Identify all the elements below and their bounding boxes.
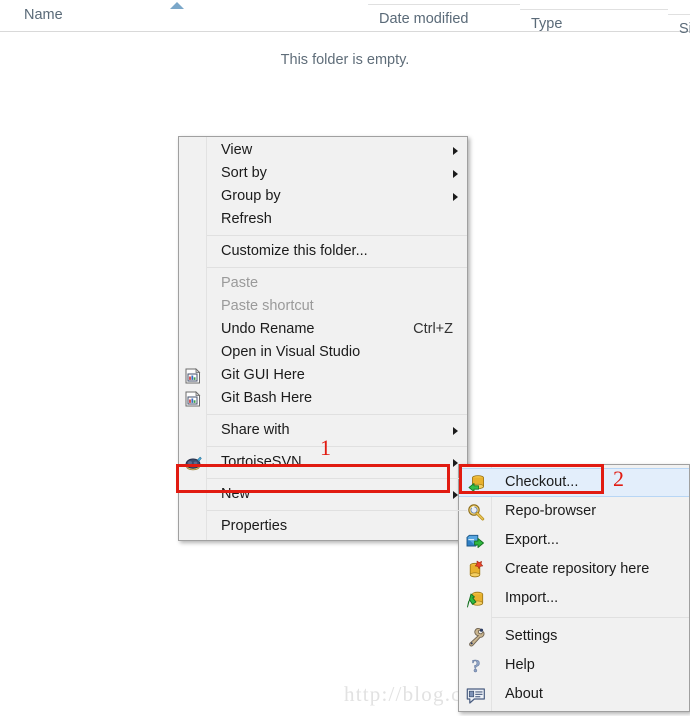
menu-item-open-in-visual-studio-label: Open in Visual Studio [221, 344, 361, 360]
menu-item-group-by[interactable]: Group by [179, 185, 467, 208]
submenu-chevron-icon [453, 426, 458, 435]
submenu-item-export[interactable]: Export... [459, 526, 689, 555]
menu-item-share-with-label: Share with [221, 422, 290, 438]
menu-item-refresh[interactable]: Refresh [179, 208, 467, 231]
folder-context-menu: View Sort by Group by Refresh Customize … [178, 136, 468, 541]
submenu-item-settings[interactable]: Settings [459, 622, 689, 651]
menu-separator [207, 478, 467, 479]
about-info-icon [459, 680, 492, 709]
export-icon [459, 526, 492, 555]
menu-item-view-label: View [221, 142, 253, 158]
menu-separator [207, 235, 467, 236]
tortoisesvn-turtle-icon [179, 451, 207, 474]
create-repository-icon [459, 555, 492, 584]
sort-ascending-icon [170, 2, 184, 9]
annotation-number-1: 1 [320, 435, 331, 460]
column-header-date-modified-label: Date modified [379, 11, 469, 27]
menu-icon-slot [179, 419, 207, 442]
menu-icon-slot [179, 515, 207, 538]
submenu-item-create-repository-here[interactable]: Create repository here [459, 555, 689, 584]
explorer-column-header-bar: Name Date modified Type Size [0, 0, 690, 37]
repo-browser-icon [459, 497, 492, 526]
menu-item-git-gui-here[interactable]: Git GUI Here [179, 364, 467, 387]
menu-item-sort-by-label: Sort by [221, 165, 267, 181]
menu-item-open-in-visual-studio[interactable]: Open in Visual Studio [179, 341, 467, 364]
menu-item-paste-shortcut-label: Paste shortcut [221, 298, 314, 314]
menu-icon-slot [179, 295, 207, 318]
menu-icon-slot [179, 240, 207, 263]
submenu-chevron-icon [453, 146, 458, 155]
checkout-icon [459, 468, 492, 497]
submenu-item-settings-label: Settings [505, 628, 558, 644]
menu-item-properties[interactable]: Properties [179, 515, 467, 538]
submenu-item-help[interactable]: ? Help [459, 651, 689, 680]
menu-separator [207, 414, 467, 415]
svg-text:?: ? [471, 656, 480, 676]
menu-item-paste-shortcut: Paste shortcut [179, 295, 467, 318]
submenu-separator [492, 617, 689, 618]
menu-item-undo-rename[interactable]: Undo Rename Ctrl+Z [179, 318, 467, 341]
submenu-item-repo-browser[interactable]: Repo-browser [459, 497, 689, 526]
menu-icon-slot [179, 272, 207, 295]
submenu-chevron-icon [453, 192, 458, 201]
menu-item-paste: Paste [179, 272, 467, 295]
menu-separator [207, 510, 467, 511]
folder-empty-message: This folder is empty. [280, 52, 410, 68]
menu-icon-slot [179, 185, 207, 208]
column-header-type-label: Type [531, 16, 563, 32]
column-header-size-label: Size [679, 21, 690, 37]
submenu-item-repo-browser-label: Repo-browser [505, 503, 597, 519]
menu-icon-slot [179, 341, 207, 364]
menu-icon-slot [179, 318, 207, 341]
menu-item-git-gui-here-label: Git GUI Here [221, 367, 305, 383]
menu-icon-slot [179, 208, 207, 231]
tortoisesvn-submenu: Checkout... Repo-browser Export... Creat… [458, 464, 690, 712]
menu-item-new-label: New [221, 486, 251, 502]
menu-separator [207, 267, 467, 268]
menu-item-undo-rename-shortcut: Ctrl+Z [413, 321, 453, 337]
submenu-chevron-icon [453, 490, 458, 499]
menu-icon-slot [179, 162, 207, 185]
column-header-size[interactable]: Size [668, 14, 690, 37]
submenu-item-import[interactable]: Import... [459, 584, 689, 613]
menu-item-sort-by[interactable]: Sort by [179, 162, 467, 185]
submenu-item-checkout[interactable]: Checkout... [459, 468, 689, 497]
menu-item-git-bash-here-label: Git Bash Here [221, 390, 313, 406]
submenu-item-help-label: Help [505, 657, 535, 673]
submenu-item-about-label: About [505, 686, 543, 702]
menu-item-properties-label: Properties [221, 518, 288, 534]
menu-item-view[interactable]: View [179, 139, 467, 162]
menu-item-git-bash-here[interactable]: Git Bash Here [179, 387, 467, 410]
menu-item-customize-this-folder[interactable]: Customize this folder... [179, 240, 467, 263]
annotation-number-2: 2 [613, 466, 624, 491]
submenu-chevron-icon [453, 169, 458, 178]
menu-icon-slot [179, 139, 207, 162]
menu-item-refresh-label: Refresh [221, 211, 272, 227]
submenu-item-export-label: Export... [505, 532, 559, 548]
submenu-item-about[interactable]: About [459, 680, 689, 709]
submenu-item-checkout-label: Checkout... [505, 474, 579, 490]
menu-icon-slot [179, 483, 207, 506]
submenu-item-import-label: Import... [505, 590, 559, 606]
column-header-name-label: Name [24, 7, 63, 23]
settings-wrench-icon [459, 622, 492, 651]
git-bash-icon [179, 387, 207, 410]
submenu-chevron-icon [453, 458, 458, 467]
import-icon [459, 584, 492, 613]
git-gui-icon [179, 364, 207, 387]
menu-item-customize-this-folder-label: Customize this folder... [221, 243, 368, 259]
menu-item-new[interactable]: New [179, 483, 467, 506]
menu-item-group-by-label: Group by [221, 188, 281, 204]
menu-item-tortoisesvn-label: TortoiseSVN [221, 454, 302, 470]
menu-item-paste-label: Paste [221, 275, 259, 291]
submenu-item-create-repository-here-label: Create repository here [505, 561, 650, 577]
column-header-date-modified[interactable]: Date modified [368, 4, 520, 27]
menu-separator [207, 446, 467, 447]
column-header-type[interactable]: Type [520, 9, 668, 32]
menu-item-undo-rename-label: Undo Rename [221, 321, 315, 337]
help-question-icon: ? [459, 651, 492, 680]
